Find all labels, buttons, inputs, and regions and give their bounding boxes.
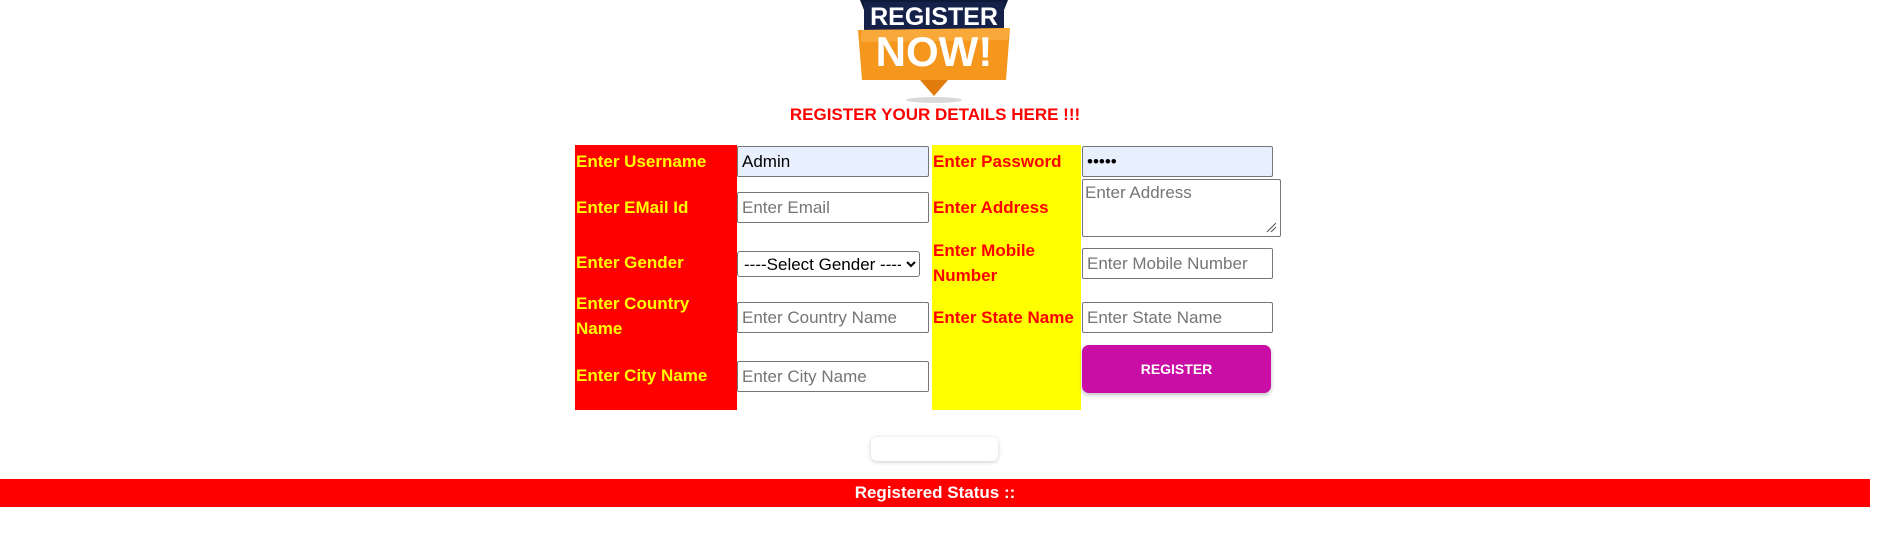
address-label: Enter Address [933,198,1049,217]
registered-status-label: Registered Status :: [854,483,1016,502]
gender-select[interactable]: ----Select Gender ---- [737,251,920,277]
email-input[interactable] [737,192,929,223]
state-input[interactable] [1082,302,1273,333]
mobile-input[interactable] [1082,248,1273,279]
password-input[interactable] [1082,146,1273,177]
mobile-label: Enter Mobile Number [933,241,1036,285]
blank-card [871,437,998,461]
page-subtitle: REGISTER YOUR DETAILS HERE !!! [789,105,1081,124]
city-label: Enter City Name [576,366,708,385]
username-label: Enter Username [576,152,707,171]
state-label: Enter State Name [933,308,1074,327]
country-input[interactable] [737,302,929,333]
registered-status-bar: Registered Status :: [0,479,1870,507]
email-label: Enter EMail Id [576,198,689,217]
password-label: Enter Password [933,152,1062,171]
register-now-logo: REGISTER NOW! [856,0,1012,104]
username-input[interactable] [737,146,929,177]
page-right-edge [1870,0,1884,543]
city-input[interactable] [737,361,929,392]
logo-line2-text: NOW! [876,28,993,75]
country-label: Enter Country Name [576,294,690,338]
register-button[interactable]: REGISTER [1082,345,1271,393]
logo-line1-text: REGISTER [870,3,998,31]
address-textarea[interactable] [1082,179,1281,237]
gender-label: Enter Gender [576,253,684,272]
